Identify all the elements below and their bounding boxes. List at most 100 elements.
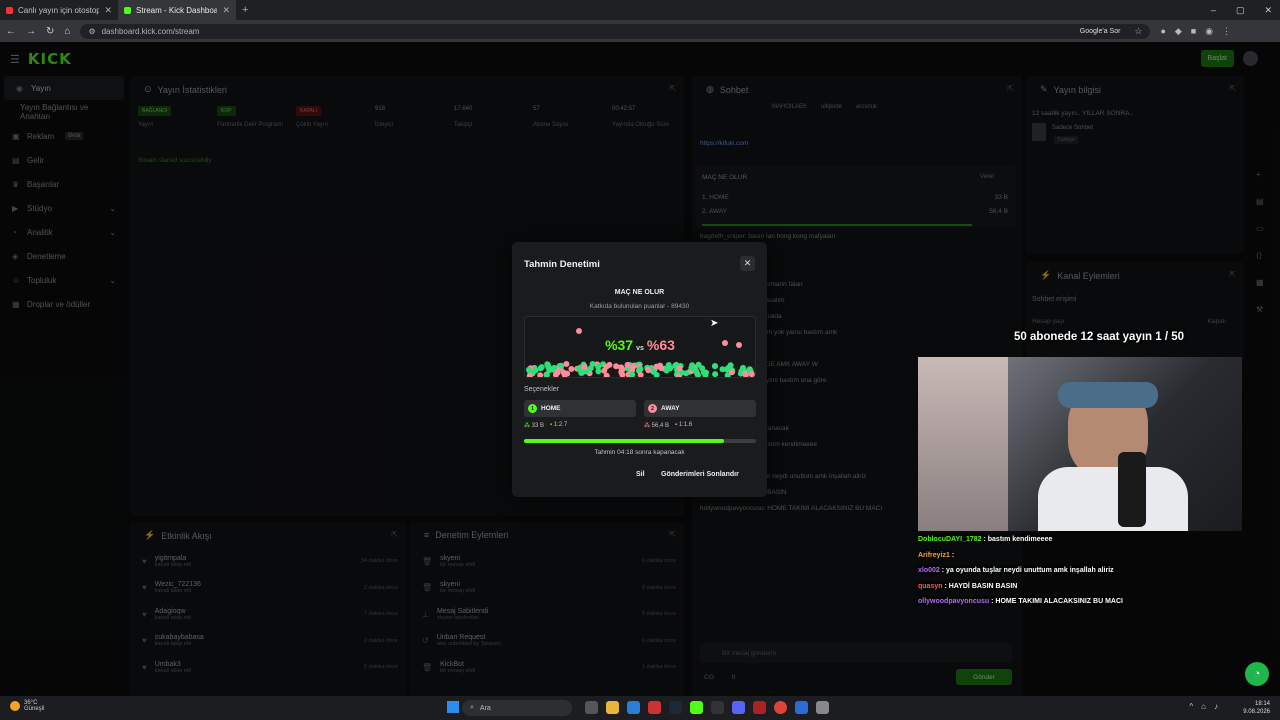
option-home[interactable]: 1 HOME (524, 400, 636, 417)
ratio-icon: ▪ (675, 422, 678, 428)
window-background (918, 357, 1008, 531)
overlay-chat-line: DoblocuDAYI_1782 : bastım kendimeeee (918, 536, 1052, 543)
support-chat-button[interactable]: ◔ (1245, 662, 1269, 686)
prediction-dot (712, 363, 718, 370)
url-field[interactable]: ⚙ dashboard.kick.com/stream Google'a Sor ☆ (80, 23, 1151, 39)
closing-timer: Tahmin 04:18 sonra kapanacak (594, 449, 685, 456)
prediction-dot (719, 366, 726, 373)
prediction-dot (667, 365, 674, 372)
overlay-chat-line: Arifreyiz1 : (918, 552, 954, 559)
app-icon[interactable] (627, 701, 640, 714)
overlay-chat-text: : (949, 551, 955, 559)
maximize-icon[interactable]: ▢ (1236, 5, 1245, 16)
prediction-dot (728, 369, 735, 376)
new-tab-button[interactable]: + (242, 4, 248, 16)
browser-tab-youtube[interactable]: Canlı yayın için otostop konse✕ (0, 0, 118, 20)
prediction-dot (712, 371, 719, 377)
overlay-chat-text: : ya oyunda tuşlar neydi unuttum amk inş… (939, 567, 1114, 574)
options-label: Seçenekler (524, 386, 560, 393)
prediction-dot (568, 366, 575, 372)
mouse-cursor-icon: ➤ (710, 318, 719, 329)
close-tab-icon[interactable]: ✕ (104, 5, 112, 16)
modal-title: Tahmin Denetimi (524, 259, 600, 270)
overlay-chat-user: Arifreyiz1 (918, 551, 950, 559)
task-view-icon[interactable] (585, 701, 598, 714)
overlay-chat-text: : HAYDİ BASIN BASIN (942, 582, 1018, 590)
system-tray: ^ ⌂ ♪ (1189, 702, 1218, 711)
away-percent: %63 (646, 337, 675, 353)
prediction-dot (700, 369, 707, 376)
bandana (1058, 382, 1158, 408)
minimize-icon[interactable]: – (1211, 5, 1216, 15)
extension-icon[interactable]: ● (1160, 26, 1165, 37)
overlay-chat-user: ollywoodpavyoncusu (918, 598, 990, 605)
prediction-dot (595, 368, 602, 375)
app-icon[interactable] (753, 701, 766, 714)
overlay-chat-line: quasyn : HAYDİ BASIN BASIN (918, 583, 1017, 590)
taskbar-apps (585, 701, 829, 714)
prediction-dot (563, 361, 570, 367)
window-close-icon[interactable]: ✕ (1264, 5, 1272, 16)
overlay-chat-line: ollywoodpavyoncusu : HOME TAKIMI ALACAKS… (918, 598, 1123, 605)
delete-button[interactable]: Sil (636, 471, 645, 478)
prediction-question: MAÇ NE OLUR (614, 289, 665, 296)
back-icon[interactable]: ← (6, 26, 16, 37)
obs-icon[interactable] (711, 701, 724, 714)
option-away-meta: ⁂ 56,4 B ▪ 1:1.6 (644, 422, 693, 429)
prediction-dot (564, 370, 571, 377)
browser-tab-kick[interactable]: Stream - Kick Dashboard ✕ (118, 0, 236, 20)
shirt (1038, 467, 1188, 531)
weather-widget[interactable]: 36°C Güneşli (10, 700, 44, 712)
forward-icon[interactable]: → (26, 26, 36, 37)
discord-icon[interactable] (732, 701, 745, 714)
app-icon[interactable] (648, 701, 661, 714)
address-bar-row: ← → ↻ ⌂ ⚙ dashboard.kick.com/stream Google'a … (0, 20, 1280, 42)
file-explorer-icon[interactable] (606, 701, 619, 714)
bookmark-star-icon[interactable]: ☆ (1134, 26, 1142, 37)
option-home-meta: ⁂ 33 B ▪ 1:2.7 (524, 422, 568, 429)
prediction-dot (683, 370, 689, 377)
prediction-dot (688, 364, 695, 371)
app-icon[interactable] (795, 701, 808, 714)
clock[interactable]: 18:14 9.08.2026 (1243, 700, 1270, 716)
prediction-dot (742, 370, 749, 377)
close-icon[interactable]: ✕ (740, 256, 755, 271)
prediction-dot (637, 366, 644, 373)
chrome-icon[interactable] (774, 701, 787, 714)
network-icon[interactable]: ⌂ (1201, 702, 1206, 711)
prediction-dot (589, 361, 596, 367)
close-tab-icon[interactable]: ✕ (222, 5, 230, 16)
chevron-up-icon[interactable]: ^ (1189, 702, 1193, 711)
end-submissions-button[interactable]: Gönderimleri Sonlandır (661, 471, 739, 478)
steam-icon[interactable] (669, 701, 682, 714)
prediction-dot (624, 361, 631, 368)
overlay-chat-text: : HOME TAKIMI ALACAKSINIZ BU MACI (989, 598, 1123, 605)
volume-icon[interactable]: ♪ (1214, 702, 1218, 711)
prediction-dot (546, 367, 553, 374)
youtube-icon (6, 6, 13, 14)
extensions-menu-icon[interactable]: ■ (1191, 26, 1196, 37)
prediction-dot (558, 362, 565, 369)
option-away[interactable]: 2 AWAY (644, 400, 756, 417)
contributed-points: Katkıda bulunulan puanlar - 89430 (589, 303, 690, 310)
taskbar-search[interactable]: ⌕ Ara (462, 700, 572, 716)
ratio-icon: ▪ (550, 422, 553, 428)
windows-start-icon[interactable] (447, 701, 459, 713)
menu-icon[interactable]: ⋮ (1222, 26, 1231, 37)
overlay-chat-text: : bastım kendimeeee (981, 536, 1053, 543)
reload-icon[interactable]: ↻ (46, 26, 54, 37)
sub-goal-text: 50 abonede 12 saat yayın 1 / 50 (1014, 331, 1185, 343)
kick-icon[interactable] (690, 701, 703, 714)
profile-icon[interactable]: ◉ (1205, 26, 1213, 37)
points-icon: ⁂ (644, 423, 650, 429)
webcam-feed (918, 357, 1242, 531)
site-info-icon[interactable]: ⚙ (88, 27, 95, 36)
prediction-dot (581, 363, 588, 370)
extension-icon[interactable]: ◆ (1175, 26, 1182, 37)
app-icon[interactable] (816, 701, 829, 714)
overlay-chat-user: xlo002 (918, 567, 940, 574)
prediction-dot (748, 371, 755, 377)
home-icon[interactable]: ⌂ (64, 26, 70, 37)
google-ask-button[interactable]: Google'a Sor (1080, 28, 1121, 35)
prediction-dot (658, 365, 665, 372)
